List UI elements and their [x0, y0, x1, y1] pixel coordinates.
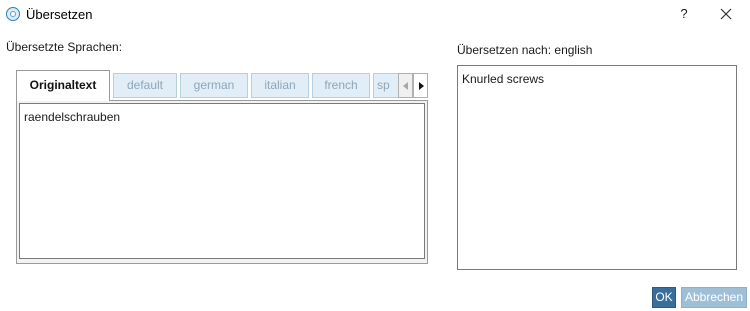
tab-scroll-left-button[interactable]: [398, 73, 413, 98]
ok-button[interactable]: OK: [652, 287, 676, 308]
translation-text-area[interactable]: Knurled screws: [457, 65, 737, 270]
tab-spanish-partial[interactable]: sp: [373, 73, 399, 98]
translation-text: Knurled screws: [462, 72, 545, 86]
tab-scroll-arrows: [398, 73, 428, 98]
tab-originaltext[interactable]: Originaltext: [16, 70, 110, 101]
language-tab-strip: Originaltext default german italian fren…: [16, 70, 428, 101]
close-button[interactable]: [716, 4, 736, 24]
app-icon: [6, 7, 20, 21]
help-button[interactable]: ?: [678, 6, 690, 22]
tab-italian[interactable]: italian: [251, 73, 309, 98]
translate-to-label: Übersetzen nach: english: [457, 43, 593, 57]
tab-french[interactable]: french: [312, 73, 370, 98]
tab-german[interactable]: german: [180, 73, 248, 98]
translated-languages-label: Übersetzte Sprachen:: [6, 40, 123, 54]
chevron-right-icon: [418, 81, 424, 90]
source-text: raendelschrauben: [24, 110, 121, 124]
window-title: Übersetzen: [26, 7, 93, 22]
tab-default[interactable]: default: [113, 73, 177, 98]
cancel-button[interactable]: Abbrechen: [681, 287, 747, 308]
chevron-left-icon: [402, 81, 408, 90]
source-text-area[interactable]: raendelschrauben: [19, 103, 425, 259]
close-icon: [720, 8, 732, 20]
source-text-panel: raendelschrauben: [16, 100, 428, 264]
tab-scroll-right-button[interactable]: [413, 73, 428, 98]
